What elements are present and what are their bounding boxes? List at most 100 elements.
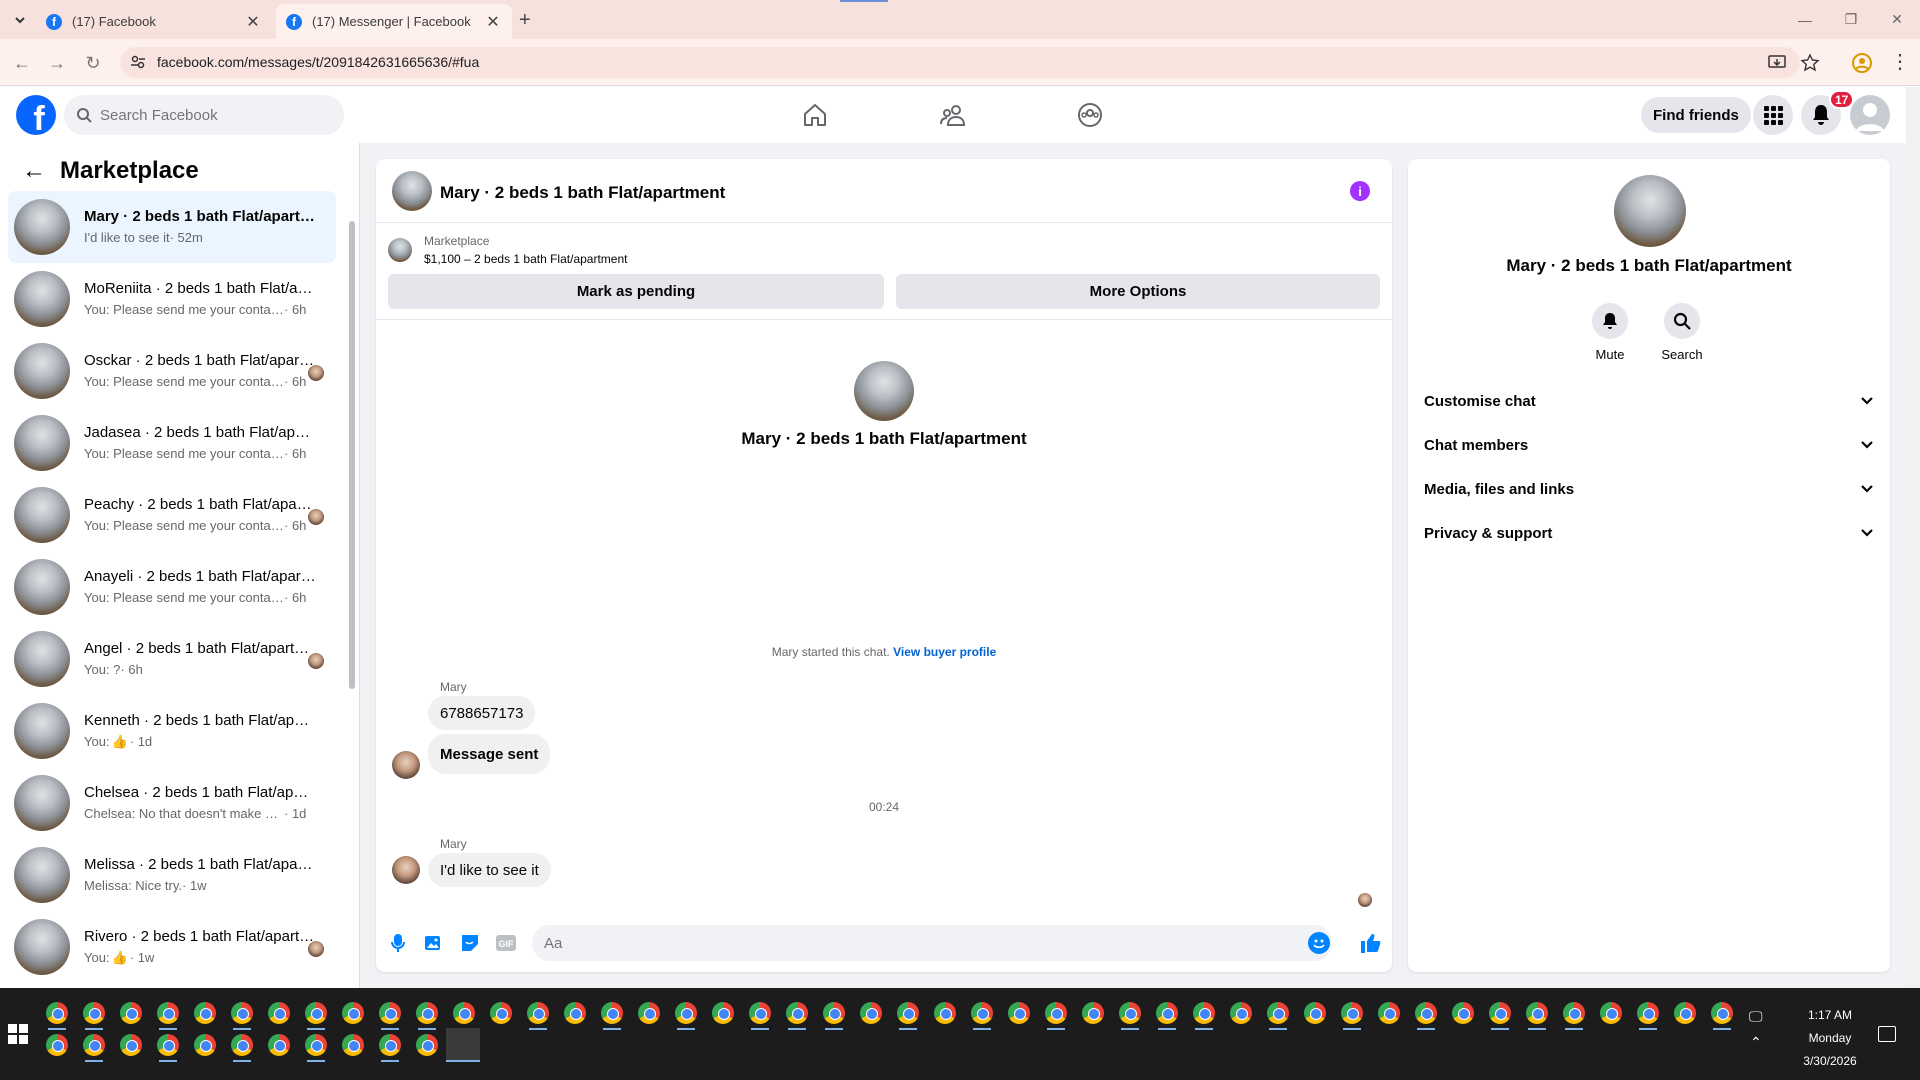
chrome-taskbar-icon[interactable] [268, 1002, 290, 1024]
chrome-taskbar-icon[interactable] [46, 1002, 68, 1024]
action-center-icon[interactable] [1878, 1026, 1896, 1042]
chrome-taskbar-icon[interactable] [971, 1002, 993, 1024]
conversation-item[interactable]: MoReniita · 2 beds 1 bath Flat/apartment… [8, 263, 336, 335]
chrome-taskbar-icon[interactable] [527, 1002, 549, 1024]
conversation-item[interactable]: Osckar · 2 beds 1 bath Flat/apartment Yo… [8, 335, 336, 407]
windows-start-icon[interactable] [8, 1024, 28, 1044]
url-text[interactable]: facebook.com/messages/t/2091842631665636… [157, 54, 479, 70]
message-text-field[interactable] [544, 934, 1284, 952]
message-bubble[interactable]: I'd like to see it [428, 853, 551, 887]
find-friends-button[interactable]: Find friends [1641, 97, 1751, 133]
more-options-button[interactable]: More Options [896, 274, 1380, 309]
view-buyer-profile-link[interactable]: View buyer profile [893, 645, 996, 659]
chrome-taskbar-icon[interactable] [1045, 1002, 1067, 1024]
chrome-taskbar-icon[interactable] [83, 1034, 105, 1056]
friends-nav-button[interactable] [935, 97, 971, 133]
chrome-taskbar-icon[interactable] [194, 1034, 216, 1056]
browser-menu-icon[interactable]: ⋮ [1890, 49, 1910, 74]
reload-button[interactable]: ↻ [81, 51, 105, 75]
active-app-taskbar-icon[interactable] [446, 1028, 480, 1062]
sticker-button[interactable] [458, 931, 482, 955]
chrome-taskbar-icon[interactable] [1230, 1002, 1252, 1024]
close-window-button[interactable]: ✕ [1874, 0, 1920, 39]
sender-avatar[interactable] [392, 856, 420, 884]
message-input[interactable] [532, 925, 1332, 961]
chrome-taskbar-icon[interactable] [1563, 1002, 1585, 1024]
chrome-taskbar-icon[interactable] [934, 1002, 956, 1024]
profile-icon[interactable] [1851, 52, 1873, 74]
address-bar[interactable]: facebook.com/messages/t/2091842631665636… [120, 47, 1820, 78]
conversation-item[interactable]: Angel · 2 beds 1 bath Flat/apartment You… [8, 623, 336, 695]
chrome-taskbar-icon[interactable] [194, 1002, 216, 1024]
chrome-taskbar-icon[interactable] [749, 1002, 771, 1024]
chrome-taskbar-icon[interactable] [1452, 1002, 1474, 1024]
chrome-taskbar-icon[interactable] [305, 1002, 327, 1024]
chrome-taskbar-icon[interactable] [157, 1034, 179, 1056]
chrome-taskbar-icon[interactable] [712, 1002, 734, 1024]
listing-price[interactable]: $1,100 – 2 beds 1 bath Flat/apartment [424, 252, 627, 266]
privacy-support-section[interactable]: Privacy & support [1416, 511, 1882, 555]
chrome-taskbar-icon[interactable] [1415, 1002, 1437, 1024]
sender-avatar[interactable] [392, 751, 420, 779]
conversation-item[interactable]: Anayeli · 2 beds 1 bath Flat/apartment Y… [8, 551, 336, 623]
conversation-item[interactable]: Kenneth · 2 beds 1 bath Flat/apartment Y… [8, 695, 336, 767]
menu-button[interactable] [1753, 95, 1793, 135]
customise-chat-section[interactable]: Customise chat [1416, 379, 1882, 423]
home-nav-button[interactable] [797, 97, 833, 133]
chrome-taskbar-icon[interactable] [1341, 1002, 1363, 1024]
back-arrow-icon[interactable]: ← [22, 157, 46, 185]
chrome-taskbar-icon[interactable] [120, 1002, 142, 1024]
chrome-taskbar-icon[interactable] [564, 1002, 586, 1024]
groups-nav-button[interactable] [1072, 97, 1108, 133]
tab-search-button[interactable] [8, 8, 32, 32]
conversation-item[interactable]: Rivero · 2 beds 1 bath Flat/apartment Yo… [8, 911, 336, 983]
minimize-button[interactable]: — [1782, 0, 1828, 39]
voice-clip-button[interactable] [386, 931, 410, 955]
chrome-taskbar-icon[interactable] [46, 1034, 68, 1056]
chrome-taskbar-icon[interactable] [1711, 1002, 1733, 1024]
chrome-taskbar-icon[interactable] [1082, 1002, 1104, 1024]
sidebar-scrollbar[interactable] [349, 199, 355, 979]
conversation-item[interactable]: Chelsea · 2 beds 1 bath Flat/apartment C… [8, 767, 336, 839]
chrome-taskbar-icon[interactable] [601, 1002, 623, 1024]
chrome-taskbar-icon[interactable] [453, 1002, 475, 1024]
message-bubble[interactable]: Message sent [428, 734, 551, 774]
emoji-icon[interactable] [1308, 932, 1330, 954]
chrome-taskbar-icon[interactable] [490, 1002, 512, 1024]
system-clock[interactable]: 1:17 AM Monday 3/30/2026 [1790, 1004, 1870, 1073]
search-input[interactable] [100, 106, 320, 124]
chrome-taskbar-icon[interactable] [1526, 1002, 1548, 1024]
chrome-taskbar-icon[interactable] [860, 1002, 882, 1024]
page-scrollbar[interactable] [1906, 87, 1920, 988]
chrome-taskbar-icon[interactable] [1378, 1002, 1400, 1024]
media-files-links-section[interactable]: Media, files and links [1416, 467, 1882, 511]
chrome-taskbar-icon[interactable] [416, 1002, 438, 1024]
conversation-item[interactable]: Mary · 2 beds 1 bath Flat/apartment I'd … [8, 191, 336, 263]
listing-thumbnail[interactable] [388, 238, 412, 262]
chrome-taskbar-icon[interactable] [1637, 1002, 1659, 1024]
chat-title[interactable]: Mary · 2 beds 1 bath Flat/apartment [440, 183, 725, 203]
chrome-taskbar-icon[interactable] [1267, 1002, 1289, 1024]
gif-button[interactable]: GIF [494, 931, 518, 955]
network-icon[interactable]: 🖵 [1749, 1008, 1763, 1025]
chevron-up-icon[interactable]: ⌃ [1750, 1034, 1762, 1051]
chrome-taskbar-icon[interactable] [1674, 1002, 1696, 1024]
chrome-taskbar-icon[interactable] [231, 1034, 253, 1056]
search-chat-button[interactable]: Search [1652, 303, 1712, 362]
chat-members-section[interactable]: Chat members [1416, 423, 1882, 467]
chrome-taskbar-icon[interactable] [305, 1034, 327, 1056]
conversation-item[interactable]: Peachy · 2 beds 1 bath Flat/apartment Yo… [8, 479, 336, 551]
chrome-taskbar-icon[interactable] [416, 1034, 438, 1056]
chrome-taskbar-icon[interactable] [786, 1002, 808, 1024]
close-tab-icon[interactable]: ✕ [484, 12, 502, 32]
chrome-taskbar-icon[interactable] [675, 1002, 697, 1024]
mark-as-pending-button[interactable]: Mark as pending [388, 274, 884, 309]
browser-tab-messenger[interactable]: f (17) Messenger | Facebook ✕ [276, 4, 512, 39]
chat-avatar[interactable] [392, 171, 432, 211]
message-bubble[interactable]: 6788657173 [428, 696, 536, 730]
chrome-taskbar-icon[interactable] [1008, 1002, 1030, 1024]
send-like-button[interactable] [1358, 931, 1382, 955]
restore-button[interactable]: ❐ [1828, 0, 1874, 39]
browser-tab-facebook[interactable]: f (17) Facebook ✕ [36, 4, 272, 39]
chrome-taskbar-icon[interactable] [83, 1002, 105, 1024]
